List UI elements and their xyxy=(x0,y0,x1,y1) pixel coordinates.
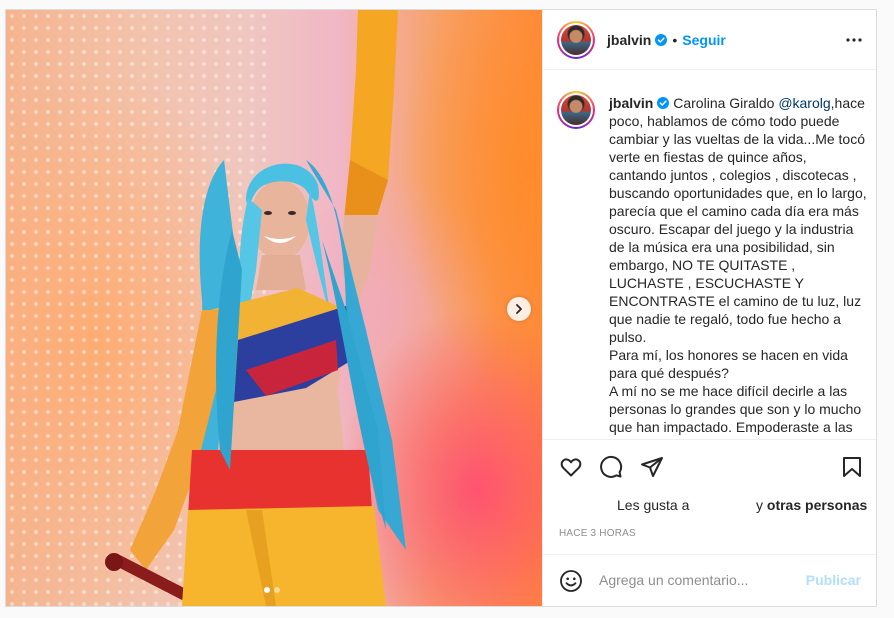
post-card: jbalvin • Seguir jbalvin Carolina Giraldo … xyxy=(5,9,877,607)
post-details-pane: jbalvin • Seguir jbalvin Carolina Giraldo … xyxy=(542,10,876,606)
separator-dot: • xyxy=(672,32,678,48)
avatar[interactable] xyxy=(557,91,595,129)
heart-icon[interactable] xyxy=(559,455,583,479)
carousel-indicator xyxy=(264,587,280,593)
likes-summary-prefix: Les gusta a xyxy=(617,497,690,513)
caption-text-body: ,hace poco, hablamos de cómo todo puede … xyxy=(609,95,867,435)
emoji-icon[interactable] xyxy=(559,569,583,593)
likes-summary-others[interactable]: y otras personas xyxy=(756,497,867,513)
carousel-dot-active xyxy=(264,587,270,593)
post-caption: jbalvin Carolina Giraldo @karolg,hace po… xyxy=(609,94,867,436)
caption-section: jbalvin Carolina Giraldo @karolg,hace po… xyxy=(543,70,876,440)
performer-photo xyxy=(105,10,406,606)
verified-badge-icon xyxy=(655,34,668,46)
post-timestamp[interactable]: HACE 3 HORAS xyxy=(559,528,636,539)
author-username[interactable]: jbalvin xyxy=(607,32,651,48)
post-header: jbalvin • Seguir xyxy=(543,10,876,70)
comment-bar: Publicar xyxy=(543,554,876,606)
next-slide-button[interactable] xyxy=(507,297,531,321)
likes-connector: y xyxy=(756,497,763,513)
bookmark-icon[interactable] xyxy=(840,455,864,479)
paper-plane-icon[interactable] xyxy=(640,455,664,479)
publish-button[interactable]: Publicar xyxy=(806,572,861,588)
verified-badge-icon xyxy=(657,97,670,109)
author-line: jbalvin • Seguir xyxy=(607,32,726,48)
likes-others-link[interactable]: otras personas xyxy=(767,497,867,513)
caption-author-username[interactable]: jbalvin xyxy=(609,95,653,111)
carousel-dot xyxy=(274,587,280,593)
follow-button[interactable]: Seguir xyxy=(682,32,726,48)
comment-input[interactable] xyxy=(599,570,799,590)
post-actions xyxy=(543,450,876,484)
comment-icon[interactable] xyxy=(599,455,623,479)
post-media[interactable] xyxy=(6,10,542,606)
caption-text-start: Carolina Giraldo xyxy=(673,95,779,111)
more-options-icon[interactable] xyxy=(845,31,863,49)
chevron-right-icon xyxy=(516,304,522,314)
caption-mention-link[interactable]: @karolg xyxy=(778,95,830,111)
avatar[interactable] xyxy=(557,21,595,59)
